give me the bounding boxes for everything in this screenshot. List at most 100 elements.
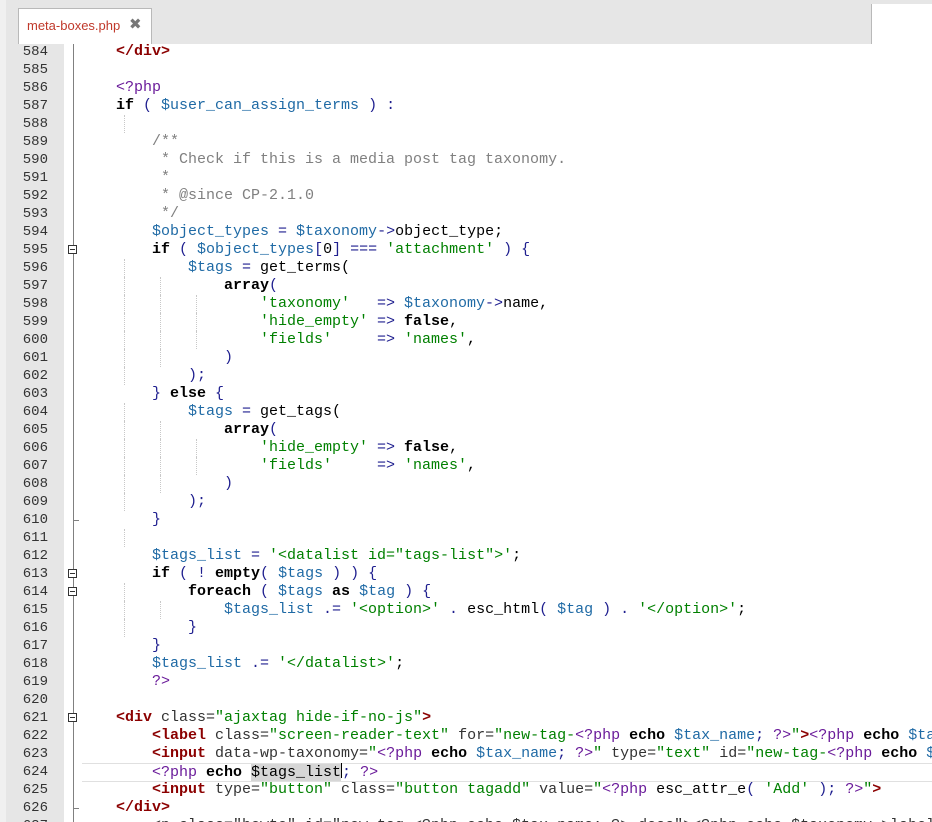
code-token: array xyxy=(224,421,270,438)
code-token: '<option>' xyxy=(350,601,441,618)
code-token: , xyxy=(467,457,477,474)
fold-toggle-icon[interactable] xyxy=(68,587,77,596)
code-line[interactable]: 592 * @since CP-2.1.0 xyxy=(6,187,932,205)
code-line[interactable]: 616} xyxy=(6,619,932,637)
code-line[interactable]: 620 xyxy=(6,691,932,709)
indent-guide xyxy=(124,529,125,547)
code-line[interactable]: 606 'hide_empty' => false, xyxy=(6,439,932,457)
code-token: ( xyxy=(251,583,279,600)
code-line[interactable]: 594 $object_types = $taxonomy->object_typ… xyxy=(6,223,932,241)
code-token: " xyxy=(593,745,603,762)
code-line[interactable]: 602); xyxy=(6,367,932,385)
code-text: ); xyxy=(188,367,206,385)
code-line[interactable]: 601) xyxy=(6,349,932,367)
indent-guide xyxy=(124,259,125,277)
fold-toggle-icon[interactable] xyxy=(68,245,77,254)
code-token: echo xyxy=(620,727,675,744)
code-token: else xyxy=(170,385,207,402)
code-line[interactable]: 585 xyxy=(6,61,932,79)
code-line[interactable]: 603} else { xyxy=(6,385,932,403)
code-text: $object_types = $taxonomy->object_type; xyxy=(152,223,503,241)
tab-meta-boxes-php[interactable]: meta-boxes.php ✖ xyxy=(18,8,152,44)
code-line[interactable]: 599 'hide_empty' => false, xyxy=(6,313,932,331)
line-number: 625 xyxy=(22,782,48,798)
close-icon[interactable]: ✖ xyxy=(129,15,142,33)
code-line[interactable]: 613 if ( ! empty( $tags ) ) { xyxy=(6,565,932,583)
code-token: 'names' xyxy=(404,331,468,348)
code-line[interactable]: 605 array( xyxy=(6,421,932,439)
code-text: 'hide_empty' => false, xyxy=(260,313,458,331)
line-number: 598 xyxy=(22,296,48,312)
line-number: 593 xyxy=(22,206,48,222)
code-text: } xyxy=(188,619,197,637)
code-token: <?php xyxy=(827,745,873,762)
code-token: ; xyxy=(342,764,361,781)
line-number: 606 xyxy=(22,440,48,456)
code-token: ] === xyxy=(332,241,387,258)
fold-toggle-icon[interactable] xyxy=(68,569,77,578)
code-token: => xyxy=(368,313,405,330)
line-number: 613 xyxy=(22,566,48,582)
code-line[interactable]: 619 ?> xyxy=(6,673,932,691)
line-number: 599 xyxy=(22,314,48,330)
code-token: => xyxy=(368,439,405,456)
code-text: foreach ( $tags as $tag ) { xyxy=(188,583,431,601)
code-line[interactable]: 593 */ xyxy=(6,205,932,223)
code-line[interactable]: 596 $tags = get_terms( xyxy=(6,259,932,277)
code-token: <?php xyxy=(575,727,621,744)
code-line[interactable]: 586 <?php xyxy=(6,79,932,97)
code-token: ( ! xyxy=(170,565,216,582)
code-line[interactable]: 591 * xyxy=(6,169,932,187)
code-text: array( xyxy=(224,421,278,439)
code-line[interactable]: 611 xyxy=(6,529,932,547)
indent-guide xyxy=(124,421,125,439)
code-line[interactable]: 600 'fields' => 'names', xyxy=(6,331,932,349)
code-line[interactable]: 610} xyxy=(6,511,932,529)
code-line[interactable]: 607 'fields' => 'names', xyxy=(6,457,932,475)
code-editor[interactable]: 584 </div> 585 586 <?php 587 if ( $user_can_as… xyxy=(6,44,932,822)
code-line[interactable]: 589 /** xyxy=(6,133,932,151)
code-token: $ xyxy=(926,745,932,762)
code-line[interactable]: 587 if ( $user_can_assign_terms ) : xyxy=(6,97,932,115)
code-line[interactable]: 604 $tags = get_tags( xyxy=(6,403,932,421)
line-number: 602 xyxy=(22,368,48,384)
code-line[interactable]: 598 'taxonomy' => $taxonomy->name, xyxy=(6,295,932,313)
code-line[interactable]: 588 xyxy=(6,115,932,133)
code-token: > xyxy=(800,727,810,744)
line-number: 620 xyxy=(22,692,48,708)
code-line[interactable]: 626 </div> xyxy=(6,799,932,817)
code-line[interactable]: 621 <div class="ajaxtag hide-if-no-js"> xyxy=(6,709,932,727)
code-token: = xyxy=(233,259,261,276)
line-number: 592 xyxy=(22,188,48,204)
fold-toggle-icon[interactable] xyxy=(68,713,77,722)
code-text: $tags_list .= '</datalist>'; xyxy=(152,655,404,673)
code-line[interactable]: 609); xyxy=(6,493,932,511)
code-line[interactable]: 617} xyxy=(6,637,932,655)
indent-guide xyxy=(160,277,161,295)
code-token: ( xyxy=(170,241,198,258)
code-line[interactable]: 618 $tags_list .= '</datalist>'; xyxy=(6,655,932,673)
line-number: 608 xyxy=(22,476,48,492)
code-line[interactable]: 590 * Check if this is a media post tag … xyxy=(6,151,932,169)
code-line[interactable]: 622 <label class="screen-reader-text" for… xyxy=(6,727,932,745)
code-line[interactable]: 608) xyxy=(6,475,932,493)
code-line[interactable]: 615 $tags_list .= '<option>' . esc_html( … xyxy=(6,601,932,619)
code-token: name, xyxy=(503,295,549,312)
code-token: foreach xyxy=(188,583,252,600)
code-text: $tags_list = '<datalist id="tags-list">'… xyxy=(152,547,521,565)
tab-label: meta-boxes.php xyxy=(27,18,121,33)
code-line[interactable]: 624 <?php echo $tags_list; ?> xyxy=(6,763,932,782)
code-line[interactable]: 597 array( xyxy=(6,277,932,295)
code-token: echo xyxy=(422,745,477,762)
line-number: 624 xyxy=(22,764,48,780)
code-token: ( xyxy=(269,277,279,294)
code-area[interactable]: 584 </div> 585 586 <?php 587 if ( $user_can_as… xyxy=(6,44,932,822)
code-line[interactable]: 627 <p class="howto" id="new-tag-<?php ec… xyxy=(6,817,932,822)
code-line[interactable]: 584 </div> xyxy=(6,44,932,61)
code-line[interactable]: 595 if ( $object_types[0] === 'attachment… xyxy=(6,241,932,259)
code-line[interactable]: 612 $tags_list = '<datalist id="tags-list… xyxy=(6,547,932,565)
code-token: </div> xyxy=(116,44,171,60)
code-line[interactable]: 614 foreach ( $tags as $tag ) { xyxy=(6,583,932,601)
code-line[interactable]: 625 <input type="button" class="button ta… xyxy=(6,781,932,799)
code-line[interactable]: 623 <input data-wp-taxonomy="<?php echo $… xyxy=(6,745,932,763)
